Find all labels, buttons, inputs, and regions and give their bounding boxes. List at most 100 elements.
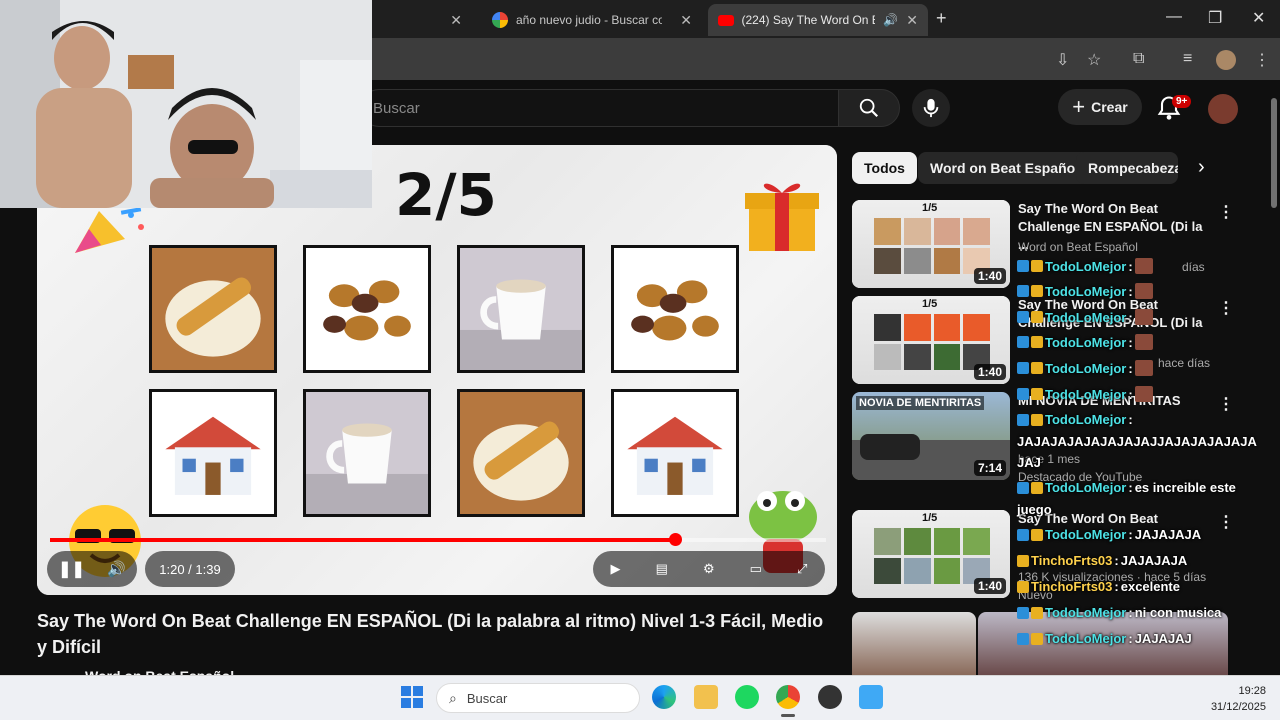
chat-username: TodoLoMejor — [1045, 631, 1127, 646]
recommendation-meta: días — [1182, 260, 1205, 274]
chat-username: TodoLoMejor — [1045, 360, 1127, 376]
chat-username: TodoLoMejor — [1045, 386, 1127, 402]
pause-button[interactable]: ❚❚ — [58, 559, 85, 579]
round-counter: 2/5 — [395, 161, 497, 229]
fullscreen-icon[interactable]: ⤢ — [797, 561, 807, 577]
tab-google-search[interactable]: año nuevo judio - Buscar con G ✕ — [482, 4, 702, 36]
chat-message: TodoLoMejor: JAJAJAJ — [1017, 631, 1192, 646]
recommendation-thumbnail-partial[interactable] — [852, 612, 976, 675]
volume-icon[interactable]: 🔊 — [107, 560, 126, 578]
windows-start-icon[interactable] — [401, 686, 423, 708]
obs-icon[interactable] — [818, 685, 842, 709]
video-player[interactable]: 2/5 ❚❚ 🔊 1:20 / 1:39 ▶ ▤ ⚙ ▭ ⤢ — [37, 145, 837, 595]
file-explorer-icon[interactable] — [694, 685, 718, 709]
chip-rompecabezas[interactable]: Rompecabezas — [1076, 152, 1178, 184]
thumb-title-text: NOVIA DE MENTIRITAS — [856, 396, 985, 410]
user-avatar[interactable] — [1208, 94, 1238, 124]
create-label: Crear — [1091, 99, 1128, 115]
search-button[interactable] — [838, 89, 900, 127]
card-cup — [457, 245, 585, 373]
chat-text: JAJ — [1017, 455, 1041, 470]
plus-icon: + — [1072, 94, 1086, 119]
chat-message: TinchoFrts03: JAJAJAJA — [1017, 553, 1187, 568]
more-actions-icon[interactable]: ⋮ — [1218, 202, 1234, 222]
recommendation-thumbnail[interactable]: 1/5 1:40 — [852, 296, 1010, 384]
edge-browser-icon[interactable] — [652, 685, 676, 709]
chat-username: TodoLoMejor — [1045, 527, 1127, 542]
page-scrollbar[interactable] — [1268, 86, 1280, 675]
duration-badge: 1:40 — [973, 578, 1006, 594]
recommendation-item[interactable]: 1/5 1:40 Say The Word On Beat Challenge … — [852, 200, 1262, 290]
more-actions-icon[interactable]: ⋮ — [1218, 512, 1234, 532]
chat-username: TodoLoMejor — [1045, 412, 1127, 427]
tab-youtube[interactable]: (224) Say The Word On Be 🔊 ✕ — [708, 4, 928, 36]
chat-message: TodoLoMejor: es increible este — [1017, 480, 1236, 495]
clock-date: 31/12/2025 — [1210, 701, 1266, 713]
tab-previous-close-area[interactable]: ✕ — [372, 4, 472, 36]
chat-message: TodoLoMejor: — [1017, 412, 1135, 427]
tab-close-icon[interactable]: ✕ — [906, 12, 918, 29]
maximize-button[interactable]: ❐ — [1208, 8, 1222, 28]
speaker-icon[interactable]: 🔊 — [883, 13, 898, 27]
close-button[interactable]: ✕ — [1252, 8, 1265, 28]
browser-menu-icon[interactable]: ⋮ — [1254, 50, 1270, 70]
recommendation-thumbnail[interactable]: 1/5 1:40 — [852, 510, 1010, 598]
chat-text: JAJAJAJ — [1134, 631, 1192, 646]
more-actions-icon[interactable]: ⋮ — [1218, 394, 1234, 414]
bookmark-star-icon[interactable]: ☆ — [1087, 50, 1101, 70]
extensions-icon[interactable]: ⧉ — [1133, 50, 1144, 68]
chat-message: TodoLoMejor: — [1017, 360, 1155, 376]
chat-message: JAJ — [1017, 455, 1041, 470]
chat-text: ni con musica — [1134, 605, 1222, 620]
system-clock[interactable]: 19:28 31/12/2025 — [1196, 683, 1266, 715]
spotify-icon[interactable] — [735, 685, 759, 709]
chat-message: TodoLoMejor: — [1017, 309, 1155, 325]
chat-text: excelente — [1120, 579, 1180, 594]
autoplay-toggle-icon[interactable]: ▶ — [611, 561, 621, 577]
chat-message: TodoLoMejor: — [1017, 283, 1155, 299]
card-rolling-pin — [149, 245, 277, 373]
theater-mode-icon[interactable]: ▭ — [750, 561, 762, 577]
tab-label: (224) Say The Word On Be — [741, 13, 876, 27]
thumb-round-label: 1/5 — [922, 512, 938, 524]
progress-fill — [50, 538, 676, 542]
thumb-round-label: 1/5 — [922, 202, 938, 214]
microphone-icon — [923, 98, 939, 118]
recommendation-thumbnail[interactable]: 1/5 1:40 — [852, 200, 1010, 288]
search-input[interactable]: Buscar — [360, 89, 838, 127]
windows-taskbar — [0, 675, 1280, 720]
media-control-icon[interactable]: ≡ — [1183, 50, 1192, 68]
chrome-icon[interactable] — [776, 685, 800, 709]
install-app-icon[interactable]: ⇩ — [1056, 50, 1069, 70]
taskbar-search-label: Buscar — [466, 690, 508, 706]
search-icon: ⌕ — [449, 689, 457, 706]
app-f-icon[interactable] — [859, 685, 883, 709]
card-raisins — [611, 245, 739, 373]
subtitles-icon[interactable]: ▤ — [656, 561, 668, 577]
thumb-round-label: 1/5 — [922, 298, 938, 310]
chips-next-icon[interactable]: › — [1198, 156, 1205, 179]
chip-all[interactable]: Todos — [852, 152, 917, 184]
party-popper-icon — [75, 207, 144, 253]
chat-username: TodoLoMejor — [1045, 605, 1127, 620]
create-button[interactable]: + Crear — [1058, 89, 1142, 125]
tab-close-icon[interactable]: ✕ — [680, 12, 692, 29]
chat-text: JAJAJAJA — [1134, 527, 1202, 542]
recommendation-channel[interactable]: Word on Beat Español — [1018, 240, 1138, 254]
chrome-active-indicator — [781, 714, 795, 717]
new-tab-button[interactable]: + — [936, 8, 947, 29]
more-actions-icon[interactable]: ⋮ — [1218, 298, 1234, 318]
profile-avatar[interactable] — [1216, 50, 1236, 70]
progress-bar[interactable] — [50, 533, 826, 546]
chip-word-on-beat[interactable]: Word on Beat Español — [918, 152, 1092, 184]
settings-gear-icon[interactable]: ⚙ — [703, 561, 715, 577]
tab-close-icon[interactable]: ✕ — [450, 12, 462, 29]
tab-label: año nuevo judio - Buscar con G — [516, 13, 662, 27]
chat-username: TodoLoMejor — [1045, 309, 1127, 325]
taskbar-search-input[interactable]: ⌕ Buscar — [436, 683, 640, 713]
recommendation-thumbnail[interactable]: NOVIA DE MENTIRITAS 7:14 — [852, 392, 1010, 480]
minimize-button[interactable]: — — [1166, 8, 1182, 26]
chat-text: JAJAJAJAJAJAJAJAJJAJAJAJAJAJA — [1017, 434, 1257, 449]
card-house — [149, 389, 277, 517]
voice-search-button[interactable] — [912, 89, 950, 127]
